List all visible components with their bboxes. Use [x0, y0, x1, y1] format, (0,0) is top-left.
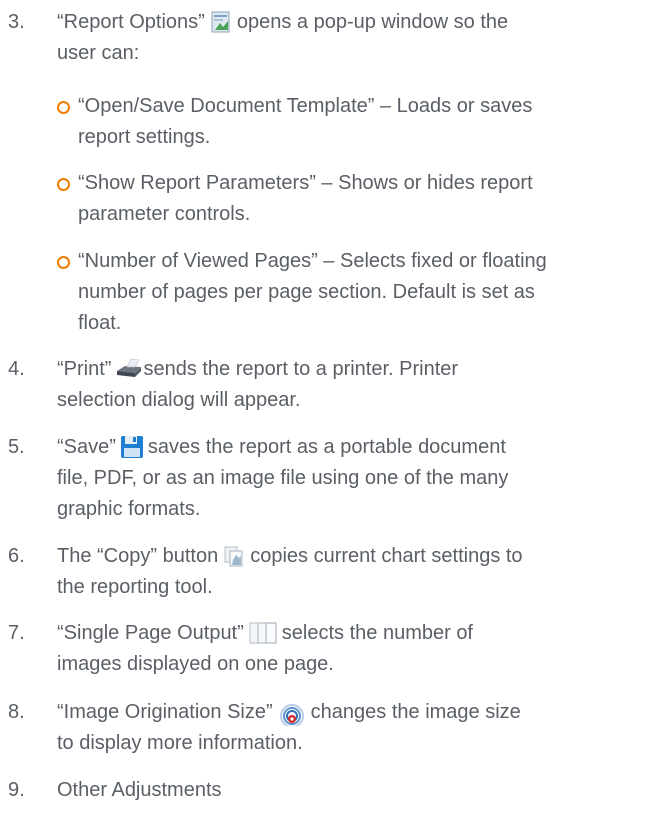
item-number: 9.: [8, 779, 25, 801]
item-text-line: user can:: [57, 42, 140, 64]
item-text-line: The “Copy” button copies current chart se…: [57, 541, 647, 572]
bullet-icon: [57, 178, 70, 191]
item-text-line: “Image Origination Size” changes the imag…: [57, 697, 647, 728]
sub-item-line: “Number of Viewed Pages” – Selects fixed…: [78, 250, 547, 272]
item-description: changes the image size: [310, 701, 521, 723]
document-page: 3. “Report Options” opens a pop-up window…: [0, 0, 659, 829]
item-description: saves the report as a portable document: [147, 436, 506, 458]
item-text-line: selection dialog will appear.: [57, 389, 301, 411]
item-text-line: graphic formats.: [57, 498, 201, 520]
item-description: selects the number of: [281, 622, 473, 644]
item-text-line: to display more information.: [57, 732, 303, 754]
item-number: 5.: [8, 436, 25, 458]
bullet-icon: [57, 256, 70, 269]
sub-item-line: report settings.: [78, 126, 211, 148]
item-number: 6.: [8, 545, 25, 567]
floppy-disk-icon: [120, 435, 144, 459]
item-label: “Report Options”: [57, 11, 205, 33]
item-description: opens a pop-up window so the: [236, 11, 509, 33]
sub-item-line: parameter controls.: [78, 203, 251, 225]
printer-icon: [115, 357, 142, 381]
item-description: copies current chart settings to: [250, 545, 523, 567]
item-label: The “Copy” button: [57, 545, 219, 567]
pages-icon: [248, 621, 278, 645]
item-label: “Single Page Output”: [57, 622, 244, 644]
report-options-icon: [209, 10, 233, 34]
copy-icon: [222, 544, 246, 568]
item-description: sends the report to a printer. Printer: [143, 358, 459, 380]
item-text-line: “Print” sends the report to a printer. Pr…: [57, 354, 647, 385]
item-text-line: the reporting tool.: [57, 576, 213, 598]
item-number: 4.: [8, 358, 25, 380]
item-text-line: file, PDF, or as an image file using one…: [57, 467, 509, 489]
item-label: “Save”: [57, 436, 116, 458]
bullet-icon: [57, 101, 70, 114]
item-text-line: Other Adjustments: [57, 779, 222, 801]
item-text-line: images displayed on one page.: [57, 653, 334, 675]
item-number: 3.: [8, 11, 25, 33]
sub-item-line: “Show Report Parameters” – Shows or hide…: [78, 172, 533, 194]
sub-item-line: number of pages per page section. Defaul…: [78, 281, 535, 303]
item-number: 7.: [8, 622, 25, 644]
item-label: “Print”: [57, 358, 112, 380]
sub-item-line: float.: [78, 312, 122, 334]
item-text-line: “Report Options” opens a pop-up window so…: [57, 7, 647, 38]
item-label: “Image Origination Size”: [57, 701, 273, 723]
item-text-line: “Save” saves the report as a portable doc…: [57, 432, 647, 463]
sub-item-line: “Open/Save Document Template” – Loads or…: [78, 95, 533, 117]
image-size-icon: [277, 700, 307, 726]
item-text-line: “Single Page Output” selects the number o…: [57, 618, 647, 649]
item-number: 8.: [8, 701, 25, 723]
